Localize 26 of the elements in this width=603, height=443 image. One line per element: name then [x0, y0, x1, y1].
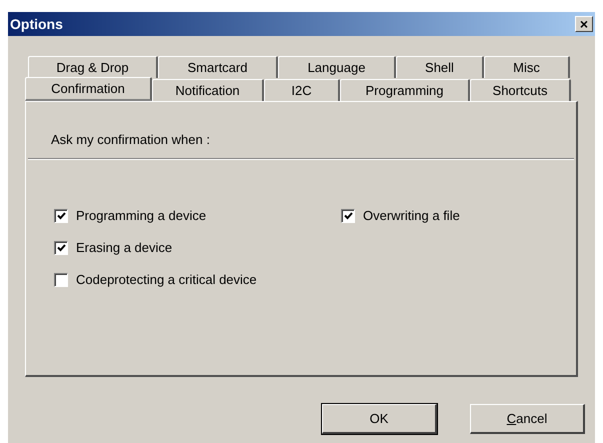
tab[interactable]: I2C [264, 79, 340, 101]
group-title: Ask my confirmation when : [50, 131, 211, 149]
tab[interactable]: Notification [152, 79, 264, 101]
close-button[interactable]: × [575, 16, 593, 32]
tab[interactable]: Confirmation [25, 77, 152, 101]
tab[interactable]: Shell [396, 56, 484, 78]
checkbox[interactable] [54, 240, 68, 254]
tab[interactable]: Language [278, 56, 396, 78]
window-title: Options [10, 14, 63, 34]
checkmark-icon [344, 212, 352, 220]
checkmark-icon [56, 212, 66, 220]
checkbox-label: Programming a device [76, 206, 206, 225]
dialog-button[interactable]: Cancel [470, 404, 585, 434]
tab[interactable]: Programming [340, 79, 470, 101]
checkbox-label: Codeprotecting a critical device [76, 270, 257, 289]
checkbox[interactable] [341, 208, 355, 222]
tab[interactable]: Misc [484, 56, 570, 78]
checkbox[interactable] [54, 208, 68, 222]
tab[interactable]: Smartcard [158, 56, 278, 78]
dialog-button[interactable]: OK [322, 404, 437, 434]
tab[interactable]: Drag & Drop [28, 56, 158, 78]
checkbox[interactable] [54, 272, 68, 286]
tab[interactable]: Shortcuts [470, 79, 571, 101]
checkbox-label: Erasing a device [76, 238, 172, 257]
checkmark-icon [56, 244, 66, 252]
checkbox-label: Overwriting a file [363, 206, 460, 225]
